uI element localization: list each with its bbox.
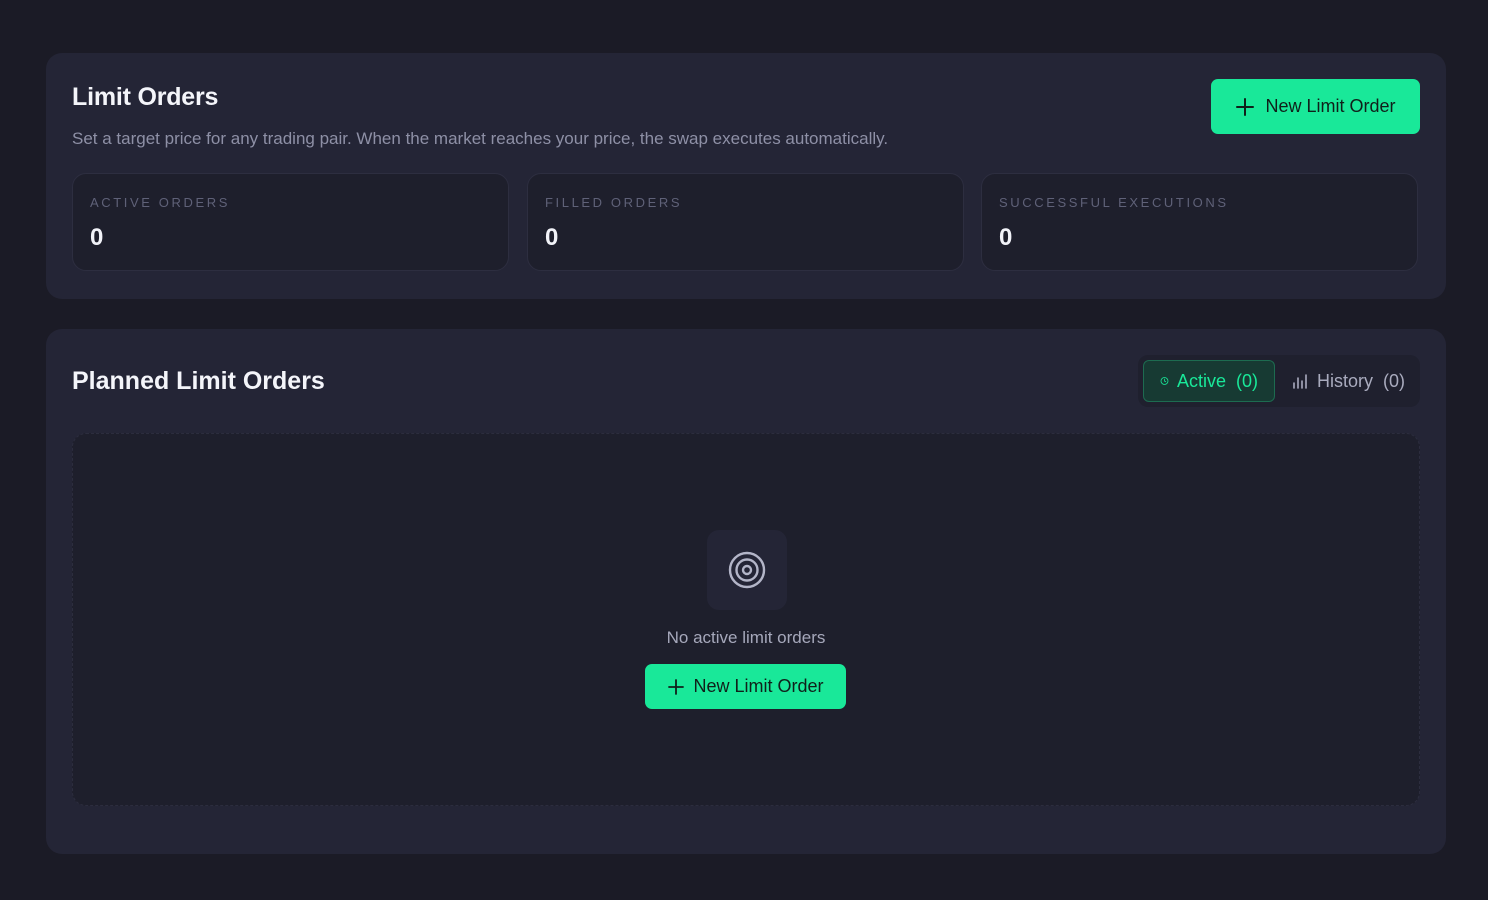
plus-icon (1236, 97, 1255, 116)
stat-label: ACTIVE ORDERS (90, 195, 230, 210)
tab-history-count: (0) (1383, 370, 1406, 391)
empty-state-panel: No active limit orders (72, 433, 1420, 806)
new-limit-order-button[interactable]: New Limit Order (1211, 79, 1420, 134)
clock-icon (1160, 377, 1169, 385)
stat-label: SUCCESSFUL EXECUTIONS (999, 195, 1229, 210)
stat-card-active-orders: ACTIVE ORDERS 0 (72, 173, 509, 271)
tab-active[interactable]: Active (0) (1143, 360, 1275, 402)
stat-card-filled-orders: FILLED ORDERS 0 (527, 173, 964, 271)
empty-state-message: No active limit orders (666, 628, 826, 647)
empty-state-button-label: New Limit Order (693, 676, 824, 696)
section-title: Planned Limit Orders (72, 367, 325, 395)
stat-value: 0 (90, 224, 104, 251)
new-limit-order-button-label: New Limit Order (1265, 96, 1396, 116)
tab-history-label: History (1317, 370, 1374, 391)
stat-value: 0 (545, 224, 559, 251)
order-tabs: Active (0) History (0) (1138, 355, 1420, 407)
stat-value: 0 (999, 224, 1013, 251)
limit-orders-summary-card: Limit Orders Set a target price for any … (46, 53, 1446, 299)
page-subtitle: Set a target price for any trading pair.… (72, 129, 889, 148)
plus-icon (668, 678, 685, 695)
stat-label: FILLED ORDERS (545, 195, 683, 210)
tab-active-count: (0) (1236, 370, 1258, 391)
tab-active-label: Active (1176, 370, 1226, 391)
target-icon (728, 551, 766, 589)
tab-history[interactable]: History (0) (1275, 360, 1421, 402)
planned-limit-orders-card: Planned Limit Orders Active (0) History … (46, 329, 1446, 854)
empty-state-new-limit-order-button[interactable]: New Limit Order (645, 664, 846, 709)
empty-state-icon-box (707, 530, 787, 610)
stat-card-successful-executions: SUCCESSFUL EXECUTIONS 0 (981, 173, 1418, 271)
page-title: Limit Orders (72, 83, 219, 111)
bar-chart-icon (1293, 374, 1307, 389)
